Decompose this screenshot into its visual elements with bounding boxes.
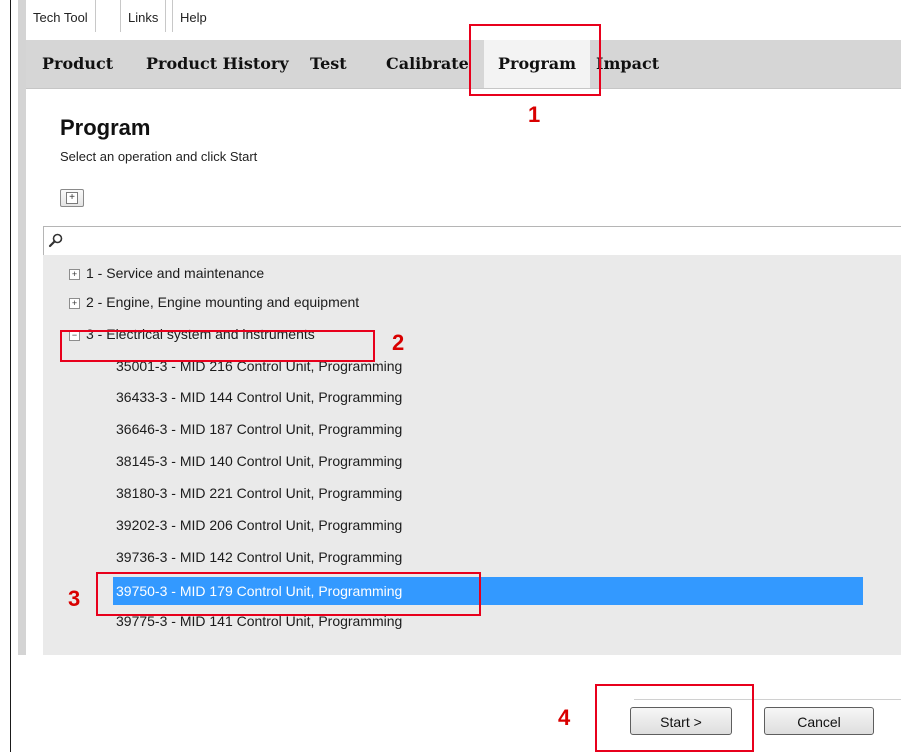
window-frame-left [0,0,11,752]
annotation-box-electrical-group [60,330,375,362]
tree-group-label: 2 - Engine, Engine mounting and equipmen… [86,294,360,310]
annotation-box-selected-operation [96,572,481,616]
tab-bar: Product Product History Test Calibrate P… [26,40,901,89]
cancel-button[interactable]: Cancel [764,707,874,735]
instruction-text: Select an operation and click Start [60,149,258,164]
expand-all-button[interactable]: + [60,189,84,207]
menu-item-tech-tool[interactable]: Tech Tool [26,0,96,32]
annotation-box-start-button [595,684,754,752]
program-panel: Program Select an operation and click St… [36,89,901,655]
annotation-number-1: 1 [528,102,541,127]
tab-calibrate[interactable]: Calibrate [386,40,469,88]
annotation-number-3: 3 [68,586,81,611]
annotation-number-4: 4 [558,705,571,730]
tab-impact[interactable]: Impact [596,40,659,88]
tree-operation-item[interactable]: 38180-3 - MID 221 Control Unit, Programm… [116,482,402,504]
annotation-box-program-tab [469,24,601,96]
expand-icon[interactable]: + [69,269,80,280]
tree-group-label: 1 - Service and maintenance [86,265,265,281]
side-strip [18,0,26,655]
tree-group-service[interactable]: +1 - Service and maintenance [69,262,264,284]
menu-item-links[interactable]: Links [120,0,167,32]
menu-bar: Tech Tool Links Help [26,0,901,36]
tree-operation-item[interactable]: 39202-3 - MID 206 Control Unit, Programm… [116,514,402,536]
annotation-number-2: 2 [392,330,405,355]
expand-icon[interactable]: + [69,298,80,309]
expand-plus-icon: + [66,192,78,204]
tab-test[interactable]: Test [310,40,347,88]
tree-group-engine[interactable]: +2 - Engine, Engine mounting and equipme… [69,291,359,313]
tab-product-history[interactable]: Product History [146,40,289,88]
tree-operation-item[interactable]: 39736-3 - MID 142 Control Unit, Programm… [116,546,402,568]
menu-item-help[interactable]: Help [172,0,214,32]
tab-product[interactable]: Product [42,40,113,88]
tech-tool-app: Tech Tool Links Help Product Product His… [26,0,901,752]
tree-operation-item[interactable]: 38145-3 - MID 140 Control Unit, Programm… [116,450,402,472]
search-icon [48,233,63,248]
page-title: Program [60,115,151,140]
tree-operation-item[interactable]: 36646-3 - MID 187 Control Unit, Programm… [116,418,402,440]
tree-operation-item[interactable]: 36433-3 - MID 144 Control Unit, Programm… [116,386,402,408]
search-input[interactable] [43,226,901,256]
